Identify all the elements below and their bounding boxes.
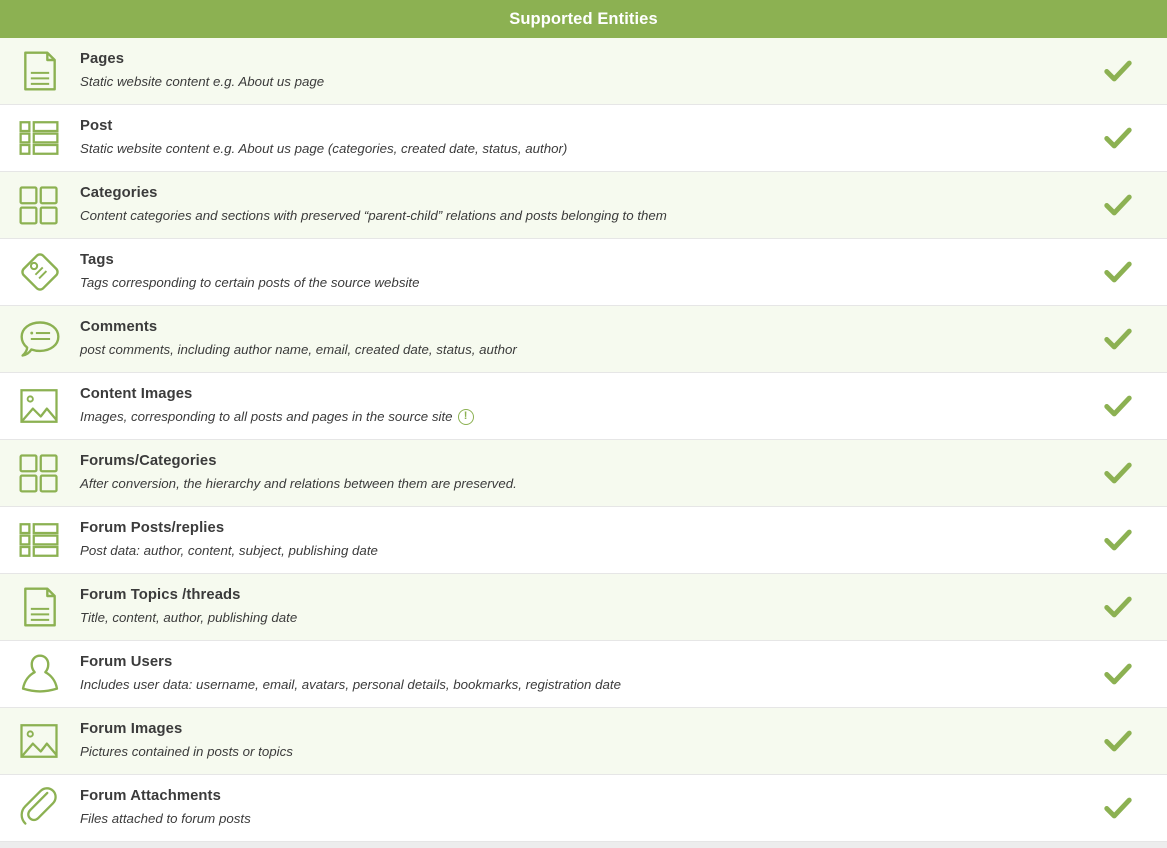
entity-description: Content categories and sections with pre…	[80, 206, 1083, 225]
entity-description: Post data: author, content, subject, pub…	[80, 541, 1083, 560]
entity-description: Static website content e.g. About us pag…	[80, 72, 1083, 91]
entity-description-text: Post data: author, content, subject, pub…	[80, 543, 378, 559]
entity-list: Pages Static website content e.g. About u…	[0, 38, 1167, 842]
entity-description-text: post comments, including author name, em…	[80, 342, 517, 358]
entity-text: Comments post comments, including author …	[76, 318, 1083, 359]
entity-text: Post Static website content e.g. About us…	[76, 117, 1083, 158]
list-rows-icon	[10, 117, 76, 159]
entity-description: post comments, including author name, em…	[80, 340, 1083, 359]
picture-icon	[10, 720, 76, 762]
entity-text: Tags Tags corresponding to certain posts …	[76, 251, 1083, 292]
entity-title: Forum Topics /threads	[80, 587, 241, 604]
page-title: Supported Entities	[509, 9, 658, 28]
entity-description-text: Images, corresponding to all posts and p…	[80, 409, 453, 425]
entity-title: Tags	[80, 252, 114, 269]
entity-title: Post	[80, 118, 113, 135]
entity-description: Images, corresponding to all posts and p…	[80, 407, 1083, 426]
supported-status	[1083, 123, 1153, 153]
entity-title: Forums/Categories	[80, 453, 217, 470]
table-row: Forums/Categories After conversion, the h…	[0, 440, 1167, 507]
table-row: Categories Content categories and section…	[0, 172, 1167, 239]
entity-text: Forum Users Includes user data: username,…	[76, 653, 1083, 694]
supported-entities-panel: Supported Entities Pages Static website c…	[0, 0, 1167, 848]
entity-description-text: Includes user data: username, email, ava…	[80, 677, 622, 693]
entity-description-text: Title, content, author, publishing date	[80, 610, 298, 626]
entity-description: After conversion, the hierarchy and rela…	[80, 474, 1083, 493]
supported-status	[1083, 793, 1153, 823]
paperclip-icon	[10, 786, 76, 830]
table-row: Forum Attachments Files attached to forum…	[0, 775, 1167, 842]
entity-title: Forum Users	[80, 654, 173, 671]
table-row: Forum Images Pictures contained in posts …	[0, 708, 1167, 775]
entity-description: Files attached to forum posts	[80, 809, 1083, 828]
supported-status	[1083, 458, 1153, 488]
supported-status	[1083, 56, 1153, 86]
table-row: Post Static website content e.g. About us…	[0, 105, 1167, 172]
entity-text: Forum Attachments Files attached to forum…	[76, 787, 1083, 828]
entity-description: Title, content, author, publishing date	[80, 608, 1083, 627]
document-page-icon	[10, 585, 76, 629]
entity-description-text: Static website content e.g. About us pag…	[80, 141, 568, 157]
entity-description-text: Pictures contained in posts or topics	[80, 744, 293, 760]
table-row: Comments post comments, including author …	[0, 306, 1167, 373]
table-row: Forum Posts/replies Post data: author, co…	[0, 507, 1167, 574]
table-row: Content Images Images, corresponding to a…	[0, 373, 1167, 440]
entity-title: Comments	[80, 319, 158, 336]
entity-description-text: Content categories and sections with pre…	[80, 208, 667, 224]
entity-description: Tags corresponding to certain posts of t…	[80, 273, 1083, 292]
entity-description-text: Tags corresponding to certain posts of t…	[80, 275, 420, 291]
table-header: Supported Entities	[0, 0, 1167, 38]
supported-status	[1083, 391, 1153, 421]
entity-description-text: Files attached to forum posts	[80, 811, 251, 827]
supported-status	[1083, 324, 1153, 354]
tag-icon	[10, 250, 76, 294]
entity-text: Forums/Categories After conversion, the h…	[76, 452, 1083, 493]
supported-status	[1083, 257, 1153, 287]
entity-description-text: Static website content e.g. About us pag…	[80, 74, 325, 90]
entity-text: Categories Content categories and section…	[76, 184, 1083, 225]
entity-title: Forum Attachments	[80, 788, 221, 805]
table-row: Pages Static website content e.g. About u…	[0, 38, 1167, 105]
user-icon	[10, 652, 76, 696]
supported-status	[1083, 592, 1153, 622]
entity-text: Pages Static website content e.g. About u…	[76, 50, 1083, 91]
entity-text: Forum Images Pictures contained in posts …	[76, 720, 1083, 761]
entity-text: Content Images Images, corresponding to a…	[76, 385, 1083, 426]
table-row: Forum Topics /threads Title, content, aut…	[0, 574, 1167, 641]
entity-title: Pages	[80, 51, 125, 68]
speech-bubble-icon	[10, 317, 76, 361]
table-row: Tags Tags corresponding to certain posts …	[0, 239, 1167, 306]
picture-icon	[10, 385, 76, 427]
entity-title: Content Images	[80, 386, 193, 403]
footer-strip	[0, 842, 1167, 848]
grid-four-squares-icon	[10, 184, 76, 226]
grid-four-squares-icon	[10, 452, 76, 494]
entity-text: Forum Topics /threads Title, content, aut…	[76, 586, 1083, 627]
entity-description: Includes user data: username, email, ava…	[80, 675, 1083, 694]
info-exclamation-icon[interactable]: !	[457, 408, 474, 425]
supported-status	[1083, 190, 1153, 220]
entity-description-text: After conversion, the hierarchy and rela…	[80, 476, 517, 492]
entity-description: Static website content e.g. About us pag…	[80, 139, 1083, 158]
entity-title: Categories	[80, 185, 158, 202]
entity-description: Pictures contained in posts or topics	[80, 742, 1083, 761]
table-row: Forum Users Includes user data: username,…	[0, 641, 1167, 708]
list-rows-icon	[10, 519, 76, 561]
document-page-icon	[10, 49, 76, 93]
entity-title: Forum Images	[80, 721, 183, 738]
entity-text: Forum Posts/replies Post data: author, co…	[76, 519, 1083, 560]
supported-status	[1083, 726, 1153, 756]
supported-status	[1083, 525, 1153, 555]
supported-status	[1083, 659, 1153, 689]
entity-title: Forum Posts/replies	[80, 520, 225, 537]
